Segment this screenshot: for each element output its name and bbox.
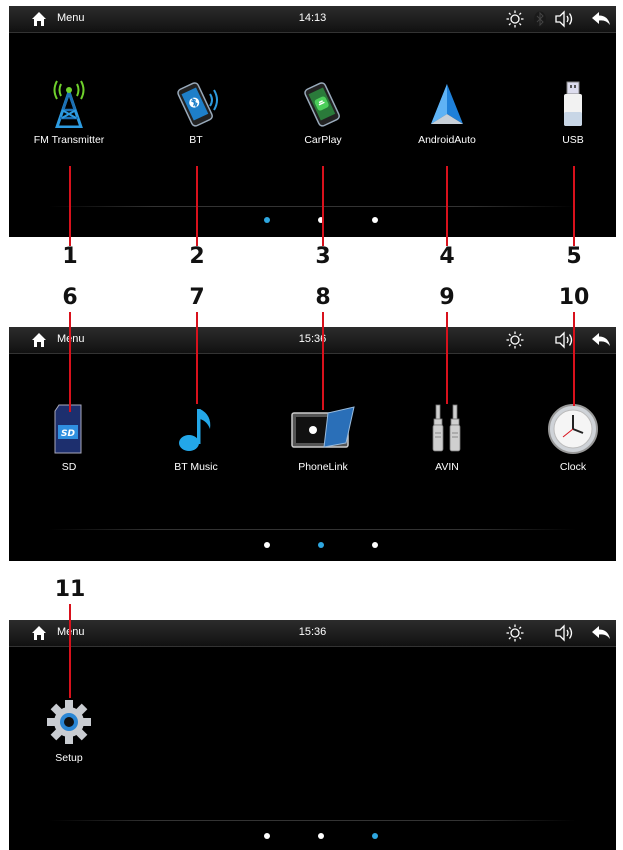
android-auto-icon bbox=[431, 84, 463, 124]
volume-icon[interactable] bbox=[554, 10, 574, 28]
app-bt[interactable]: BT bbox=[141, 80, 251, 146]
fm-transmitter-icon bbox=[53, 80, 85, 128]
clock-icon bbox=[548, 404, 598, 454]
volume-icon[interactable] bbox=[554, 624, 574, 642]
app-avin[interactable]: AVIN bbox=[392, 403, 502, 473]
callout-line-3 bbox=[322, 166, 324, 246]
app-label: BT bbox=[189, 134, 203, 146]
menu-screen-page-2: Menu 15:36 SD SD BT Music bbox=[9, 327, 616, 561]
divider-line bbox=[49, 206, 576, 207]
callout-line-7 bbox=[196, 312, 198, 404]
callout-number-8: 8 bbox=[315, 285, 331, 310]
status-time: 15:36 bbox=[298, 333, 327, 345]
app-label: AndroidAuto bbox=[418, 134, 476, 146]
usb-icon bbox=[564, 81, 582, 126]
status-bar: Menu 15:36 bbox=[9, 620, 616, 647]
callout-line-4 bbox=[446, 166, 448, 246]
back-arrow-icon[interactable] bbox=[591, 624, 611, 642]
app-sd[interactable]: SD SD bbox=[14, 403, 124, 473]
callout-line-8 bbox=[322, 312, 324, 410]
brightness-icon[interactable] bbox=[506, 10, 524, 28]
status-time: 14:13 bbox=[298, 12, 327, 24]
callout-line-2 bbox=[196, 166, 198, 246]
callout-line-10 bbox=[573, 312, 575, 406]
carplay-icon bbox=[304, 82, 340, 127]
brightness-icon[interactable] bbox=[506, 331, 524, 349]
music-note-icon bbox=[179, 409, 211, 451]
bt-phone-icon bbox=[177, 82, 218, 127]
app-label: CarPlay bbox=[304, 134, 342, 146]
app-phonelink[interactable]: PhoneLink bbox=[268, 403, 378, 473]
callout-number-11: 11 bbox=[54, 577, 86, 602]
callout-line-1 bbox=[69, 166, 71, 246]
page-indicator-3[interactable] bbox=[372, 217, 378, 223]
app-label: Setup bbox=[55, 752, 83, 764]
page-indicator-1[interactable] bbox=[264, 542, 270, 548]
divider-line bbox=[49, 820, 576, 821]
callout-number-1: 1 bbox=[62, 244, 78, 269]
app-fm-transmitter[interactable]: FM Transmitter bbox=[14, 80, 124, 146]
app-clock[interactable]: Clock bbox=[518, 403, 616, 473]
app-carplay[interactable]: CarPlay bbox=[268, 80, 378, 146]
app-label: Clock bbox=[559, 461, 587, 473]
callout-number-3: 3 bbox=[315, 244, 331, 269]
callout-number-7: 7 bbox=[189, 285, 205, 310]
volume-icon[interactable] bbox=[554, 331, 574, 349]
avin-jack-icon bbox=[432, 404, 461, 452]
app-setup[interactable]: Setup bbox=[14, 698, 124, 764]
app-android-auto[interactable]: AndroidAuto bbox=[392, 80, 502, 146]
page-indicator-1[interactable] bbox=[264, 217, 270, 223]
callout-number-4: 4 bbox=[439, 244, 455, 269]
page-indicator-3[interactable] bbox=[372, 542, 378, 548]
back-arrow-icon[interactable] bbox=[591, 10, 611, 28]
app-bt-music[interactable]: BT Music bbox=[141, 403, 251, 473]
page-indicator-2[interactable] bbox=[318, 542, 324, 548]
svg-text:SD: SD bbox=[61, 429, 75, 439]
menu-screen-page-1: Menu 14:13 FM Transmitter BT CarPlay And… bbox=[9, 6, 616, 237]
status-time: 15:36 bbox=[298, 626, 327, 638]
callout-line-11 bbox=[69, 604, 71, 698]
status-bar: Menu 14:13 bbox=[9, 6, 616, 33]
page-indicator-3[interactable] bbox=[372, 833, 378, 839]
callout-number-6: 6 bbox=[62, 285, 78, 310]
bluetooth-status-icon bbox=[534, 11, 546, 27]
app-label: AVIN bbox=[435, 461, 459, 473]
page-indicator-1[interactable] bbox=[264, 833, 270, 839]
page-indicator-2[interactable] bbox=[318, 833, 324, 839]
menu-screen-page-3: Menu 15:36 Setup bbox=[9, 620, 616, 850]
back-arrow-icon[interactable] bbox=[591, 331, 611, 349]
callout-number-10: 10 bbox=[558, 285, 590, 310]
callout-line-9 bbox=[446, 312, 448, 404]
app-label: FM Transmitter bbox=[33, 134, 105, 146]
callout-number-9: 9 bbox=[439, 285, 455, 310]
app-usb[interactable]: USB bbox=[518, 80, 616, 146]
callout-number-5: 5 bbox=[566, 244, 582, 269]
app-label: PhoneLink bbox=[298, 461, 348, 473]
status-bar: Menu 15:36 bbox=[9, 327, 616, 354]
divider-line bbox=[49, 529, 576, 530]
app-label: SD bbox=[61, 461, 77, 473]
app-label: USB bbox=[562, 134, 584, 146]
callout-line-6 bbox=[69, 312, 71, 412]
brightness-icon[interactable] bbox=[506, 624, 524, 642]
callout-line-5 bbox=[573, 166, 575, 246]
phonelink-icon bbox=[291, 406, 355, 448]
app-label: BT Music bbox=[174, 461, 218, 473]
gear-icon bbox=[47, 700, 91, 744]
callout-number-2: 2 bbox=[189, 244, 205, 269]
